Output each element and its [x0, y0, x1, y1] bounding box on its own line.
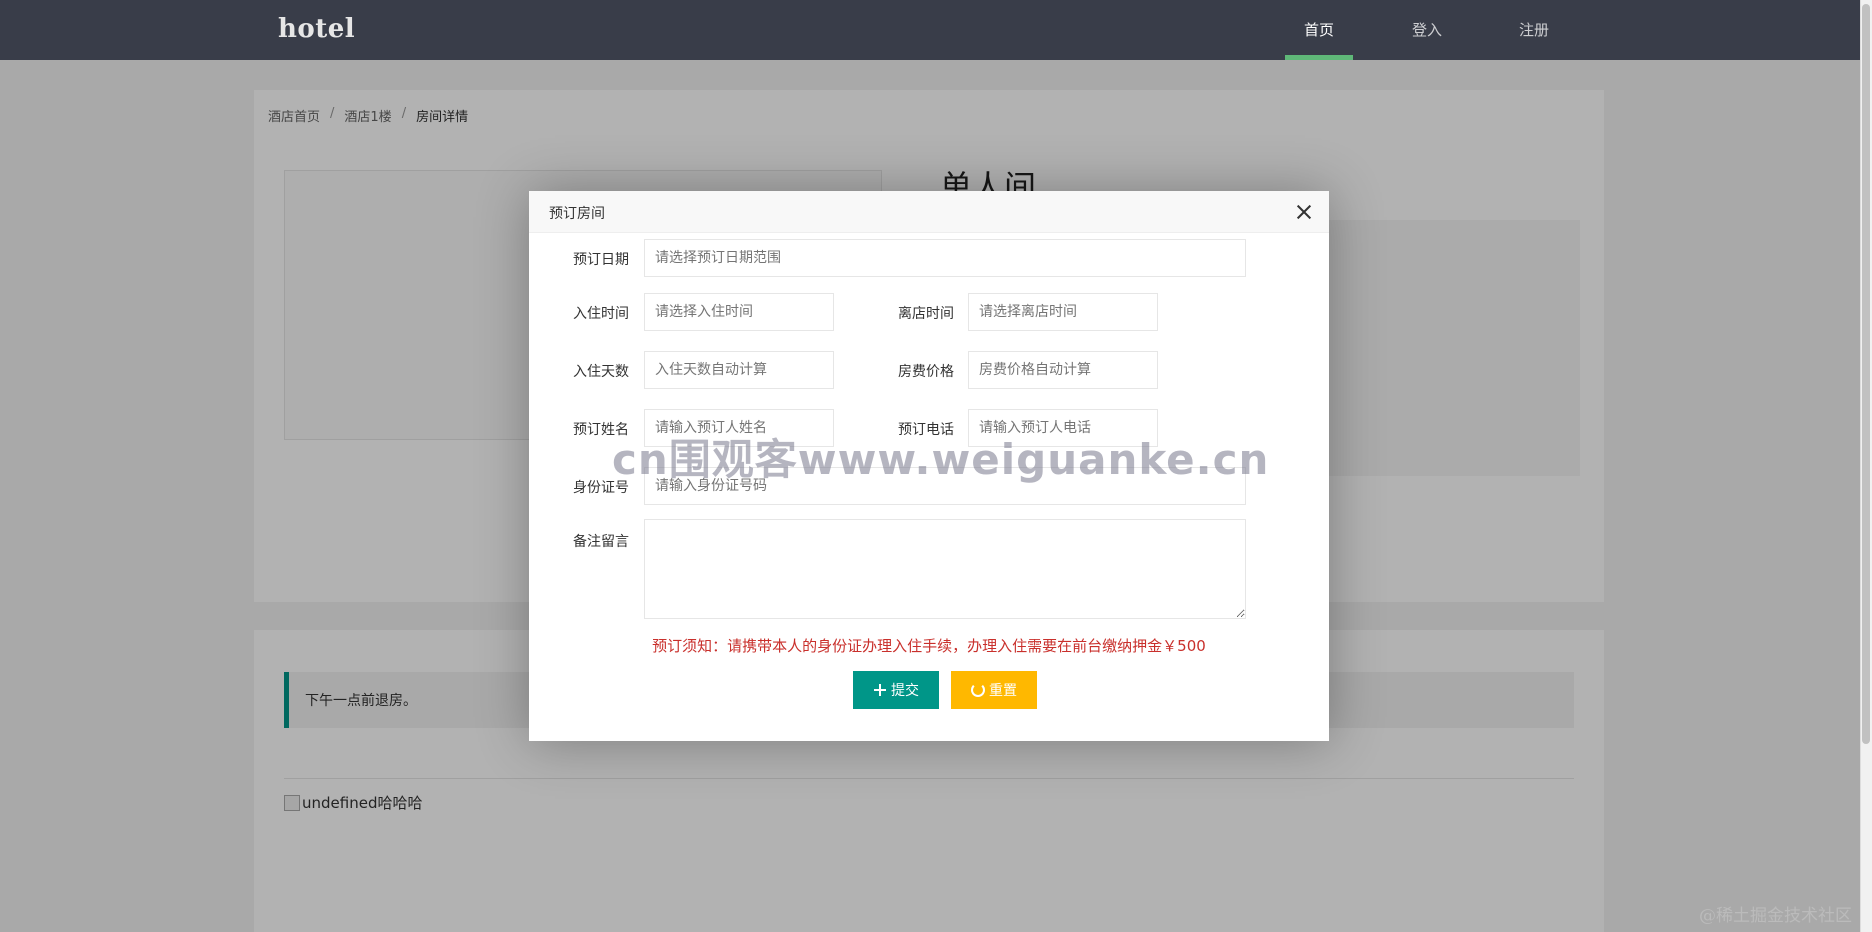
booking-notice: 预订须知：请携带本人的身份证办理入住手续，办理入住需要在前台缴纳押金￥500: [652, 637, 1206, 655]
remark-textarea[interactable]: [644, 519, 1246, 619]
checkout-time-input[interactable]: [968, 293, 1158, 331]
scrollbar-thumb[interactable]: [1862, 4, 1870, 744]
corner-watermark: @稀土掘金技术社区: [1699, 906, 1852, 926]
checkin-time-label: 入住时间: [573, 306, 629, 322]
modal-header: 预订房间: [529, 191, 1329, 233]
nav-item-home[interactable]: 首页: [1285, 0, 1353, 60]
site-watermark: cn围观客www.weiguanke.cn: [612, 435, 1270, 484]
plus-icon: [873, 683, 887, 697]
checkin-time-input[interactable]: [644, 293, 834, 331]
top-navbar: hotel 首页 登入 注册: [0, 0, 1860, 60]
submit-button[interactable]: 提交: [853, 671, 939, 709]
price-input[interactable]: [968, 351, 1158, 389]
modal-title: 预订房间: [549, 206, 605, 222]
reset-button[interactable]: 重置: [951, 671, 1037, 709]
checkout-time-label: 离店时间: [898, 306, 954, 322]
nav-item-login-label: 登入: [1411, 21, 1442, 39]
date-range-label: 预订日期: [573, 252, 629, 268]
days-label: 入住天数: [573, 364, 629, 380]
reset-button-label: 重置: [989, 682, 1017, 698]
nav-item-register[interactable]: 注册: [1500, 0, 1568, 60]
date-range-input[interactable]: [644, 239, 1246, 277]
scrollbar[interactable]: [1860, 0, 1872, 932]
submit-button-label: 提交: [891, 682, 919, 698]
nav-item-home-label: 首页: [1303, 21, 1334, 39]
close-icon[interactable]: [1295, 203, 1313, 221]
remark-label: 备注留言: [573, 534, 629, 550]
refresh-icon: [971, 683, 985, 697]
nav-item-login[interactable]: 登入: [1393, 0, 1461, 60]
price-label: 房费价格: [898, 364, 954, 380]
app-logo[interactable]: hotel: [278, 14, 355, 44]
days-input[interactable]: [644, 351, 834, 389]
nav-item-register-label: 注册: [1518, 21, 1549, 39]
